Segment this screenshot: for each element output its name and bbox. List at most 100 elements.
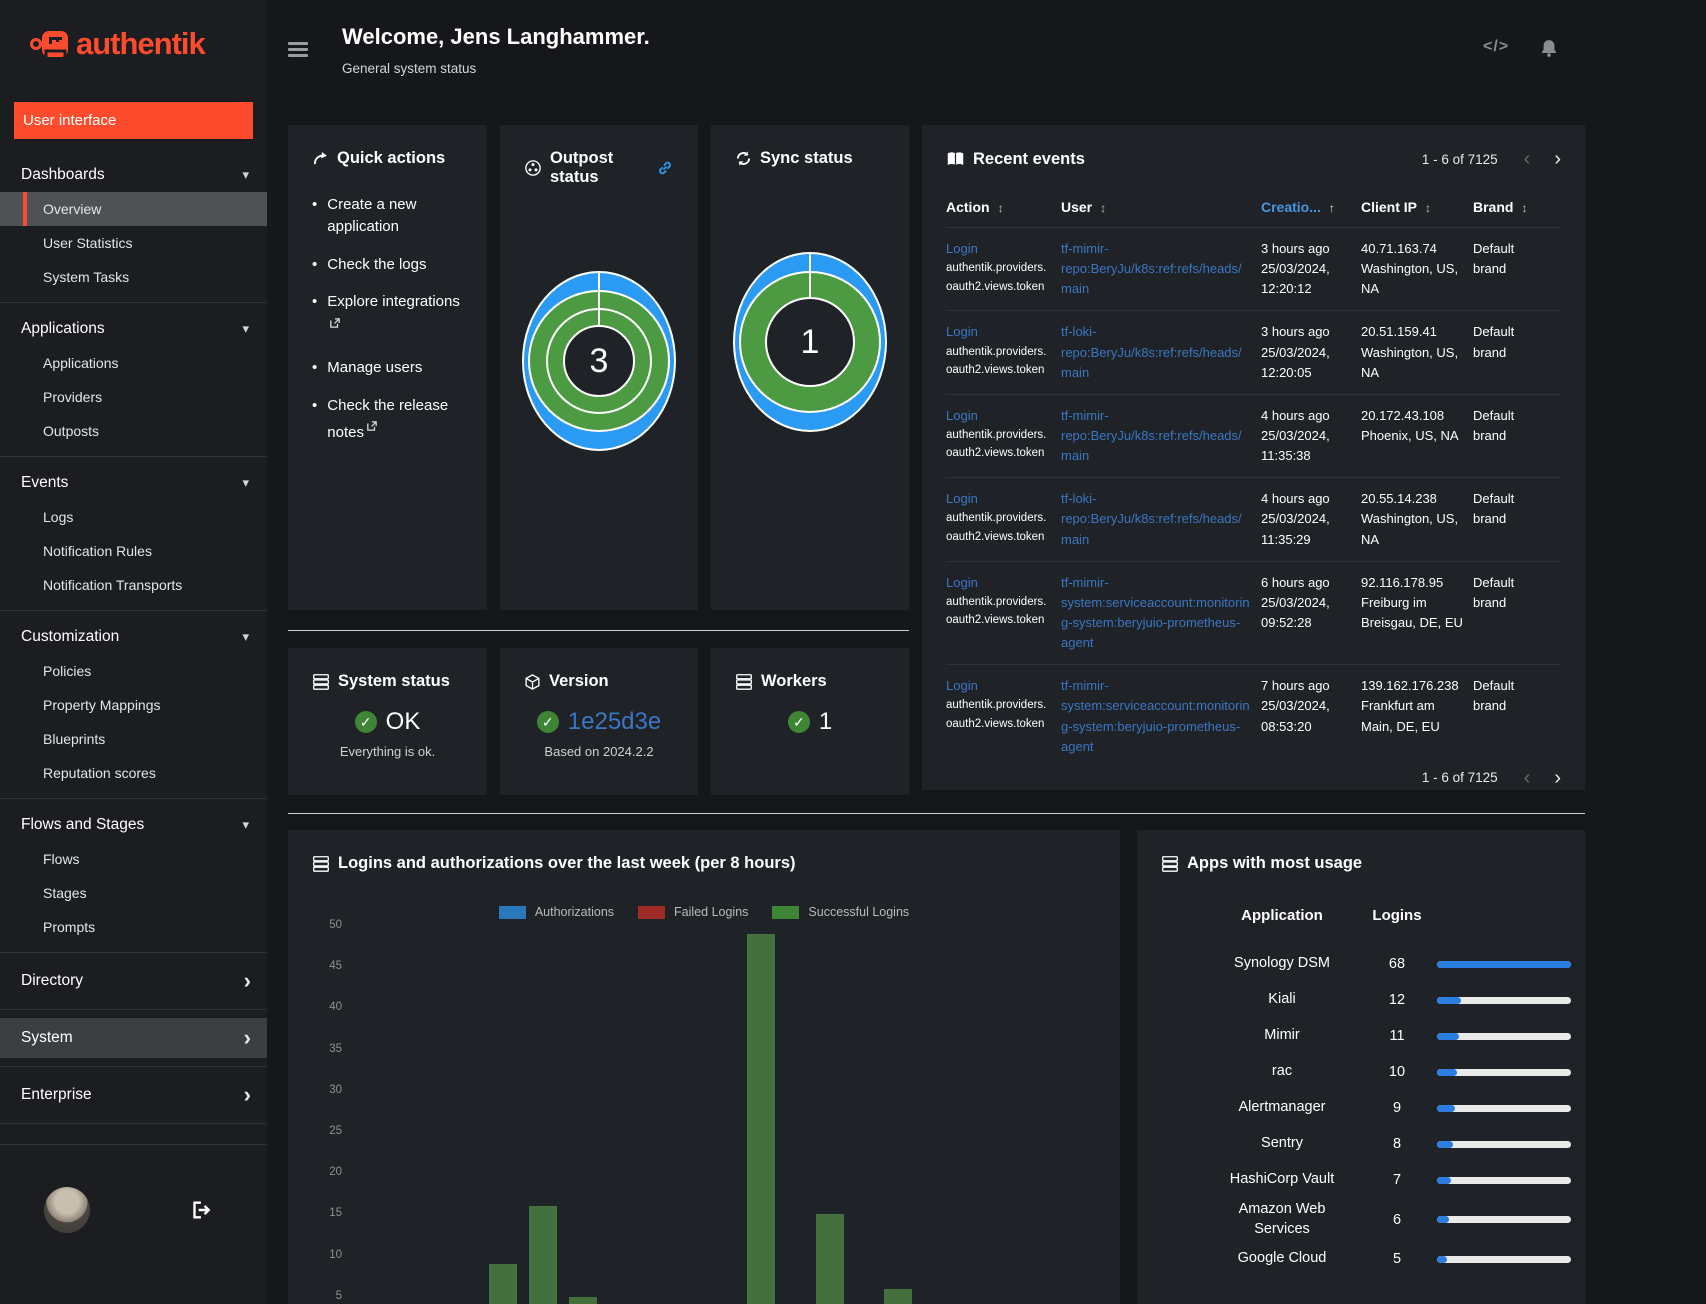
event-action-link[interactable]: Login — [946, 489, 1051, 509]
app-usage-row: Mimir 11 — [1161, 1018, 1571, 1054]
event-user-link[interactable]: tf-mimir-system:serviceaccount:monitorin… — [1061, 575, 1250, 650]
sign-out-icon[interactable] — [189, 1199, 211, 1221]
sidebar-section-events[interactable]: Events ▾ — [0, 465, 267, 500]
event-created-relative: 3 hours ago — [1261, 241, 1330, 256]
event-created-cell: 4 hours ago 25/03/2024, 11:35:29 — [1261, 477, 1361, 562]
column-header-action[interactable]: Action ↕ — [946, 191, 1061, 228]
event-user-link[interactable]: tf-loki-repo:BeryJu/k8s:ref:refs/heads/m… — [1061, 324, 1242, 379]
sidebar-item-notification-transports[interactable]: Notification Transports — [0, 568, 267, 602]
version-value[interactable]: 1e25d3e — [568, 708, 661, 736]
event-action-link[interactable]: Login — [946, 322, 1051, 342]
pagination-label: 1 - 6 of 7125 — [1421, 770, 1498, 786]
event-created-absolute: 25/03/2024, 08:53:20 — [1261, 698, 1330, 734]
sidebar-item-overview[interactable]: Overview — [0, 192, 267, 226]
redo-arrow-icon — [313, 152, 327, 165]
link-chain-icon[interactable] — [656, 159, 674, 177]
sidebar-item-flows[interactable]: Flows — [0, 842, 267, 876]
user-interface-button[interactable]: User interface — [14, 102, 253, 139]
sidebar-item-applications[interactable]: Applications — [0, 346, 267, 380]
event-action-link[interactable]: Login — [946, 573, 1051, 593]
sidebar-item-system[interactable]: System › — [0, 1018, 267, 1058]
sidebar-item-blueprints[interactable]: Blueprints — [0, 722, 267, 756]
user-avatar[interactable] — [44, 1187, 90, 1233]
event-brand: Default brand — [1473, 574, 1515, 610]
notifications-bell-icon[interactable] — [1539, 38, 1559, 58]
next-page-icon[interactable]: › — [1554, 149, 1561, 169]
sidebar-section-dashboards[interactable]: Dashboards ▾ — [0, 157, 267, 192]
app-usage-bar — [1437, 1140, 1571, 1148]
bullet-icon: • — [312, 255, 318, 273]
y-axis-tick-label: 50 — [329, 919, 342, 931]
sort-icon[interactable]: ↕ — [1521, 201, 1527, 215]
y-axis-tick-label: 45 — [329, 960, 342, 973]
sidebar-section-applications[interactable]: Applications ▾ — [0, 311, 267, 346]
event-user-link[interactable]: tf-loki-repo:BeryJu/k8s:ref:refs/heads/m… — [1061, 491, 1242, 546]
sidebar-item-label: Directory — [21, 972, 84, 989]
column-header-brand[interactable]: Brand ↕ — [1473, 191, 1561, 228]
sidebar-item-directory[interactable]: Directory › — [0, 961, 267, 1001]
apps-col-application: Application — [1241, 907, 1323, 924]
sidebar-item-label: Notification Rules — [43, 543, 152, 559]
quick-action-item[interactable]: • Check the logs — [312, 254, 463, 276]
prev-page-icon[interactable]: ‹ — [1524, 768, 1531, 788]
event-action-link[interactable]: Login — [946, 676, 1051, 696]
event-action-link[interactable]: Login — [946, 406, 1051, 426]
sidebar-item-label: Providers — [43, 389, 103, 405]
bullet-icon: • — [312, 358, 318, 376]
sort-icon[interactable]: ↑ — [1329, 201, 1335, 215]
sidebar-item-prompts[interactable]: Prompts — [0, 910, 267, 944]
sidebar-item-property-mappings[interactable]: Property Mappings — [0, 688, 267, 722]
sidebar-item-enterprise[interactable]: Enterprise › — [0, 1075, 267, 1115]
app-usage-bar — [1437, 996, 1571, 1004]
app-usage-row: rac 10 — [1161, 1054, 1571, 1090]
sidebar-section-customization[interactable]: Customization ▾ — [0, 619, 267, 654]
quick-action-item[interactable]: • Create a new application — [312, 194, 463, 238]
api-code-icon[interactable]: </> — [1483, 38, 1509, 56]
system-status-title: System status — [338, 672, 450, 690]
prev-page-icon[interactable]: ‹ — [1524, 149, 1531, 169]
sort-icon[interactable]: ↕ — [1425, 201, 1431, 215]
server-stack-icon — [313, 855, 329, 872]
event-client-ip-cell: 20.172.43.108 Phoenix, US, NA — [1361, 393, 1473, 478]
quick-action-item[interactable]: • Manage users — [312, 357, 463, 379]
event-user-link[interactable]: tf-mimir-system:serviceaccount:monitorin… — [1061, 678, 1250, 753]
sidebar-item-outposts[interactable]: Outposts — [0, 414, 267, 448]
table-row: Login authentik.providers.oauth2.views.to… — [946, 560, 1561, 665]
chart-legend: Authorizations Failed Logins Successful Lo… — [312, 905, 1096, 919]
quick-action-item[interactable]: • Check the release notes — [312, 395, 463, 445]
app-logins-count: 68 — [1388, 956, 1406, 972]
sidebar-toggle-icon[interactable] — [288, 42, 308, 58]
event-user-cell: tf-loki-repo:BeryJu/k8s:ref:refs/heads/m… — [1061, 310, 1261, 395]
app-logins-count: 10 — [1388, 1064, 1406, 1080]
event-user-link[interactable]: tf-mimir-repo:BeryJu/k8s:ref:refs/heads/… — [1061, 241, 1242, 296]
app-usage-bar — [1437, 1068, 1571, 1076]
event-user-link[interactable]: tf-mimir-repo:BeryJu/k8s:ref:refs/heads/… — [1061, 408, 1242, 463]
event-client-ip: 139.162.176.238 — [1361, 678, 1459, 694]
sidebar-item-policies[interactable]: Policies — [0, 654, 267, 688]
sidebar-item-notification-rules[interactable]: Notification Rules — [0, 534, 267, 568]
event-action-link[interactable]: Login — [946, 239, 1051, 259]
event-geo: Washington, US, NA — [1361, 261, 1459, 297]
sidebar-item-stages[interactable]: Stages — [0, 876, 267, 910]
app-name: rac — [1271, 1063, 1293, 1080]
sort-icon[interactable]: ↕ — [998, 201, 1004, 215]
chart-bar — [816, 1214, 845, 1304]
sidebar-section-flows-and-stages[interactable]: Flows and Stages ▾ — [0, 807, 267, 842]
quick-actions-title: Quick actions — [337, 149, 446, 167]
sidebar-item-reputation-scores[interactable]: Reputation scores — [0, 756, 267, 790]
event-client-ip: 40.71.163.74 — [1361, 241, 1437, 256]
event-client-ip-cell: 20.51.159.41 Washington, US, NA — [1361, 310, 1473, 395]
system-status-caption: Everything is ok. — [339, 744, 436, 759]
column-header-client-ip[interactable]: Client IP ↕ — [1361, 191, 1473, 228]
sidebar-item-user-statistics[interactable]: User Statistics — [0, 226, 267, 260]
sidebar-item-providers[interactable]: Providers — [0, 380, 267, 414]
event-client-ip: 20.55.14.238 — [1361, 491, 1437, 507]
next-page-icon[interactable]: › — [1554, 768, 1561, 788]
sort-icon[interactable]: ↕ — [1100, 201, 1106, 215]
sidebar-item-logs[interactable]: Logs — [0, 500, 267, 534]
column-header-user[interactable]: User ↕ — [1061, 191, 1261, 228]
sidebar-section-label: Customization — [21, 627, 120, 645]
column-header-creatio-[interactable]: Creatio... ↑ — [1261, 191, 1361, 228]
sidebar-item-system-tasks[interactable]: System Tasks — [0, 260, 267, 294]
quick-action-item[interactable]: • Explore integrations — [312, 291, 463, 341]
